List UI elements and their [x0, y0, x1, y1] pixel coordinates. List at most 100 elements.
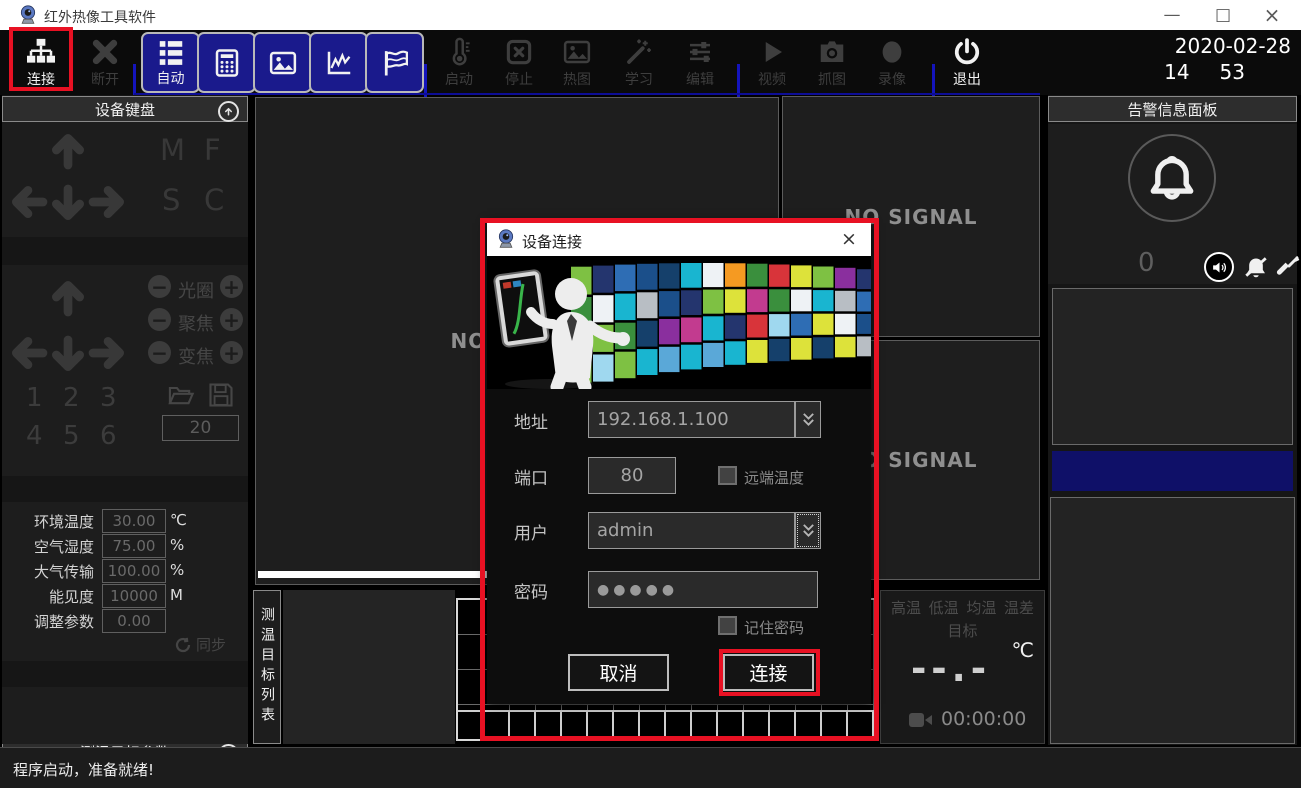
line-chart-icon [324, 48, 354, 78]
learn-toolbar-button[interactable]: 学习 [610, 33, 668, 93]
dialog-connect-button[interactable]: 连接 [723, 654, 814, 691]
device-keyboard-panel: M F S C [2, 122, 248, 237]
focus-plus-button[interactable]: + [220, 308, 243, 331]
keypad-left-button[interactable] [8, 182, 52, 222]
video-camera-icon [909, 711, 933, 729]
maximize-button[interactable]: □ [1200, 2, 1246, 28]
preset-1-button[interactable]: 1 [26, 383, 43, 413]
zoom-minus-button[interactable]: − [148, 341, 171, 364]
cancel-button[interactable]: 取消 [568, 654, 669, 691]
remember-password-label: 记住密码 [744, 617, 804, 638]
heatmap-image-icon [562, 37, 592, 67]
alarm-list [1052, 288, 1293, 445]
alarm-settings-button[interactable] [1276, 254, 1300, 282]
ambient-temp-input[interactable]: 30.00 [102, 509, 166, 533]
preset-2-button[interactable]: 2 [63, 383, 80, 413]
open-folder-icon[interactable] [166, 381, 196, 413]
password-input[interactable]: ●●●●● [588, 571, 818, 608]
clock: 2020-02-28 1453 [1164, 33, 1291, 85]
low-temp-label: 低温 [929, 597, 959, 618]
visibility-input[interactable]: 10000 [102, 584, 166, 608]
dialog-close-button[interactable]: × [835, 226, 863, 252]
toolbar: 连接 断开 自动 启动 停止 热图 学习 编辑 [0, 30, 1301, 95]
preset-4-button[interactable]: 4 [26, 421, 43, 451]
connect-toolbar-button[interactable]: 连接 [12, 33, 70, 93]
edit-toolbar-button[interactable]: 编辑 [671, 33, 729, 93]
left-sidebar: 设备键盘 M F S C 云台控制 − 光圈 + − 聚焦 + − 变焦 + 1… [2, 95, 248, 745]
focus-minus-button[interactable]: − [148, 308, 171, 331]
keypad-f-button[interactable]: F [204, 133, 221, 167]
image-toolbar-button[interactable] [253, 32, 312, 93]
device-connect-dialog: 设备连接 × 地址 192.168.1.100 端口 80 远端温度 用户 ad… [487, 223, 871, 704]
address-input[interactable]: 192.168.1.100 [588, 401, 795, 438]
minimize-button[interactable]: — [1149, 2, 1195, 28]
double-chevron-down-icon [801, 411, 816, 428]
target-params-panel [2, 687, 248, 744]
stop-toolbar-button[interactable]: 停止 [490, 33, 548, 93]
dialog-app-icon [496, 229, 516, 249]
keypad-right-button[interactable] [84, 182, 128, 222]
speaker-icon [1211, 259, 1228, 276]
humidity-input[interactable]: 75.00 [102, 534, 166, 558]
target-list-tab[interactable]: 测温目标列表 [253, 590, 281, 744]
record-toolbar-button[interactable]: 录像 [863, 33, 921, 93]
exit-toolbar-button[interactable]: 退出 [938, 33, 996, 93]
double-chevron-down-icon [801, 522, 816, 539]
close-button[interactable]: × [1249, 2, 1295, 28]
save-icon[interactable] [207, 381, 235, 413]
chart-x-axis-ticks [458, 710, 875, 739]
auto-toolbar-button[interactable]: 自动 [141, 32, 200, 93]
port-input[interactable]: 80 [588, 457, 676, 494]
preset-3-button[interactable]: 3 [100, 383, 117, 413]
user-input[interactable]: admin [588, 512, 795, 549]
zoom-plus-button[interactable]: + [220, 341, 243, 364]
sync-button[interactable]: 同步 [174, 634, 226, 655]
device-keyboard-header[interactable]: 设备键盘 [2, 96, 248, 122]
app-icon [18, 5, 38, 25]
magic-wand-icon [624, 37, 654, 67]
ptz-right-button[interactable] [84, 333, 128, 373]
preset-value-input[interactable]: 20 [162, 415, 239, 441]
iris-minus-button[interactable]: − [148, 275, 171, 298]
start-toolbar-button[interactable]: 启动 [430, 33, 488, 93]
alarm-count: 0 [1138, 248, 1155, 278]
alarm-detail-area [1050, 497, 1295, 744]
transmission-input[interactable]: 100.00 [102, 559, 166, 583]
remote-temp-checkbox[interactable] [718, 466, 737, 485]
snapshot-toolbar-button[interactable]: 抓图 [803, 33, 861, 93]
param-row: 空气湿度 75.00 % [2, 534, 248, 558]
heatmap-toolbar-button[interactable]: 热图 [548, 33, 606, 93]
alarm-selected-row[interactable] [1052, 451, 1293, 491]
keypad-m-button[interactable]: M [160, 133, 185, 167]
keypad-s-button[interactable]: S [162, 183, 180, 217]
toolbar-underline [134, 93, 1040, 95]
mute-alarm-button[interactable] [1243, 254, 1269, 284]
keypad-down-button[interactable] [48, 180, 88, 224]
address-dropdown-button[interactable] [795, 401, 821, 438]
dialog-title: 设备连接 [522, 231, 582, 252]
keypad-up-button[interactable] [48, 130, 88, 174]
user-dropdown-button[interactable] [795, 512, 821, 549]
calculator-toolbar-button[interactable] [197, 32, 256, 93]
ptz-left-button[interactable] [8, 333, 52, 373]
flag-toolbar-button[interactable] [365, 32, 424, 93]
video-toolbar-button[interactable]: 视频 [743, 33, 801, 93]
bell-icon [1145, 151, 1199, 205]
disconnect-toolbar-button[interactable]: 断开 [76, 33, 134, 93]
camera-icon [817, 37, 847, 67]
banner-illustration [487, 256, 871, 389]
collapse-up-icon[interactable] [218, 101, 239, 122]
ptz-down-button[interactable] [48, 331, 88, 375]
ptz-up-button[interactable] [48, 277, 88, 321]
keypad-c-button[interactable]: C [204, 183, 224, 217]
iris-plus-button[interactable]: + [220, 275, 243, 298]
remember-password-checkbox[interactable] [718, 616, 737, 635]
sound-on-button[interactable] [1204, 252, 1234, 282]
preset-5-button[interactable]: 5 [63, 421, 80, 451]
temperature-value: --.- [881, 647, 1021, 690]
image-icon [268, 48, 298, 78]
preset-6-button[interactable]: 6 [100, 421, 117, 451]
param-row: 环境温度 30.00 ℃ [2, 509, 248, 533]
chart-toolbar-button[interactable] [309, 32, 368, 93]
adjust-param-input[interactable]: 0.00 [102, 609, 166, 633]
